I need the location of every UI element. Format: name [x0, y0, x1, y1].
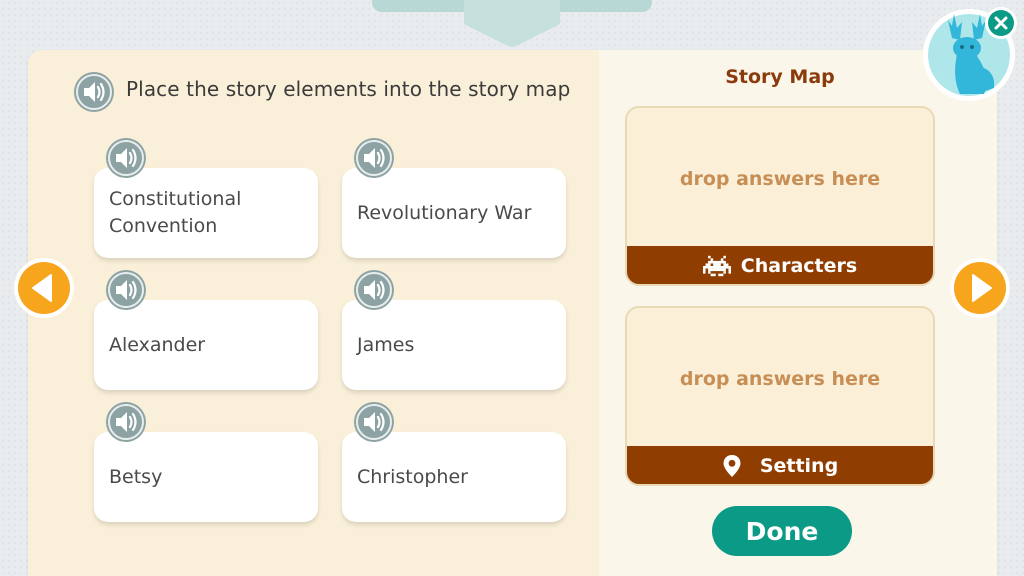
answer-tile-label: Christopher: [357, 465, 468, 488]
instruction-speaker-icon[interactable]: [74, 72, 114, 112]
arrow-right-icon[interactable]: [950, 258, 1010, 318]
speaker-icon[interactable]: [354, 138, 394, 178]
answer-tile[interactable]: Alexander: [94, 300, 318, 390]
answer-tile-label: Betsy: [109, 465, 163, 488]
arrow-left-icon[interactable]: [14, 258, 74, 318]
story-map-title: Story Map: [725, 66, 835, 88]
answer-tile-label: Constitutional Convention: [109, 188, 242, 237]
answer-tile[interactable]: Christopher: [342, 432, 566, 522]
drop-placeholder: drop answers here: [679, 168, 881, 190]
speaker-icon[interactable]: [106, 270, 146, 310]
speaker-icon[interactable]: [354, 270, 394, 310]
location-pin-icon: [723, 455, 741, 477]
characters-label-bar: Characters: [627, 246, 933, 284]
down-arrow-decoration: [464, 0, 560, 47]
done-button[interactable]: Done: [712, 506, 852, 556]
characters-drop-zone[interactable]: drop answers here Characters: [625, 106, 935, 286]
answer-tile-label: Revolutionary War: [357, 201, 532, 224]
speaker-icon[interactable]: [106, 138, 146, 178]
answer-tile[interactable]: Betsy: [94, 432, 318, 522]
setting-label: Setting: [759, 455, 839, 477]
answer-tile[interactable]: James: [342, 300, 566, 390]
answer-tile-label: Alexander: [109, 333, 206, 356]
answer-tile-label: James: [357, 333, 415, 356]
instruction-text: Place the story elements into the story …: [126, 77, 571, 101]
alien-character-icon: [702, 255, 731, 277]
setting-label-bar: Setting: [627, 446, 933, 484]
answer-tile[interactable]: Constitutional Convention: [94, 168, 318, 258]
answer-tile[interactable]: Revolutionary War: [342, 168, 566, 258]
characters-label: Characters: [740, 255, 858, 277]
speaker-icon[interactable]: [354, 402, 394, 442]
close-icon[interactable]: [985, 7, 1017, 39]
setting-drop-zone[interactable]: drop answers here Setting: [625, 306, 935, 486]
drop-placeholder: drop answers here: [679, 368, 881, 390]
speaker-icon[interactable]: [106, 402, 146, 442]
